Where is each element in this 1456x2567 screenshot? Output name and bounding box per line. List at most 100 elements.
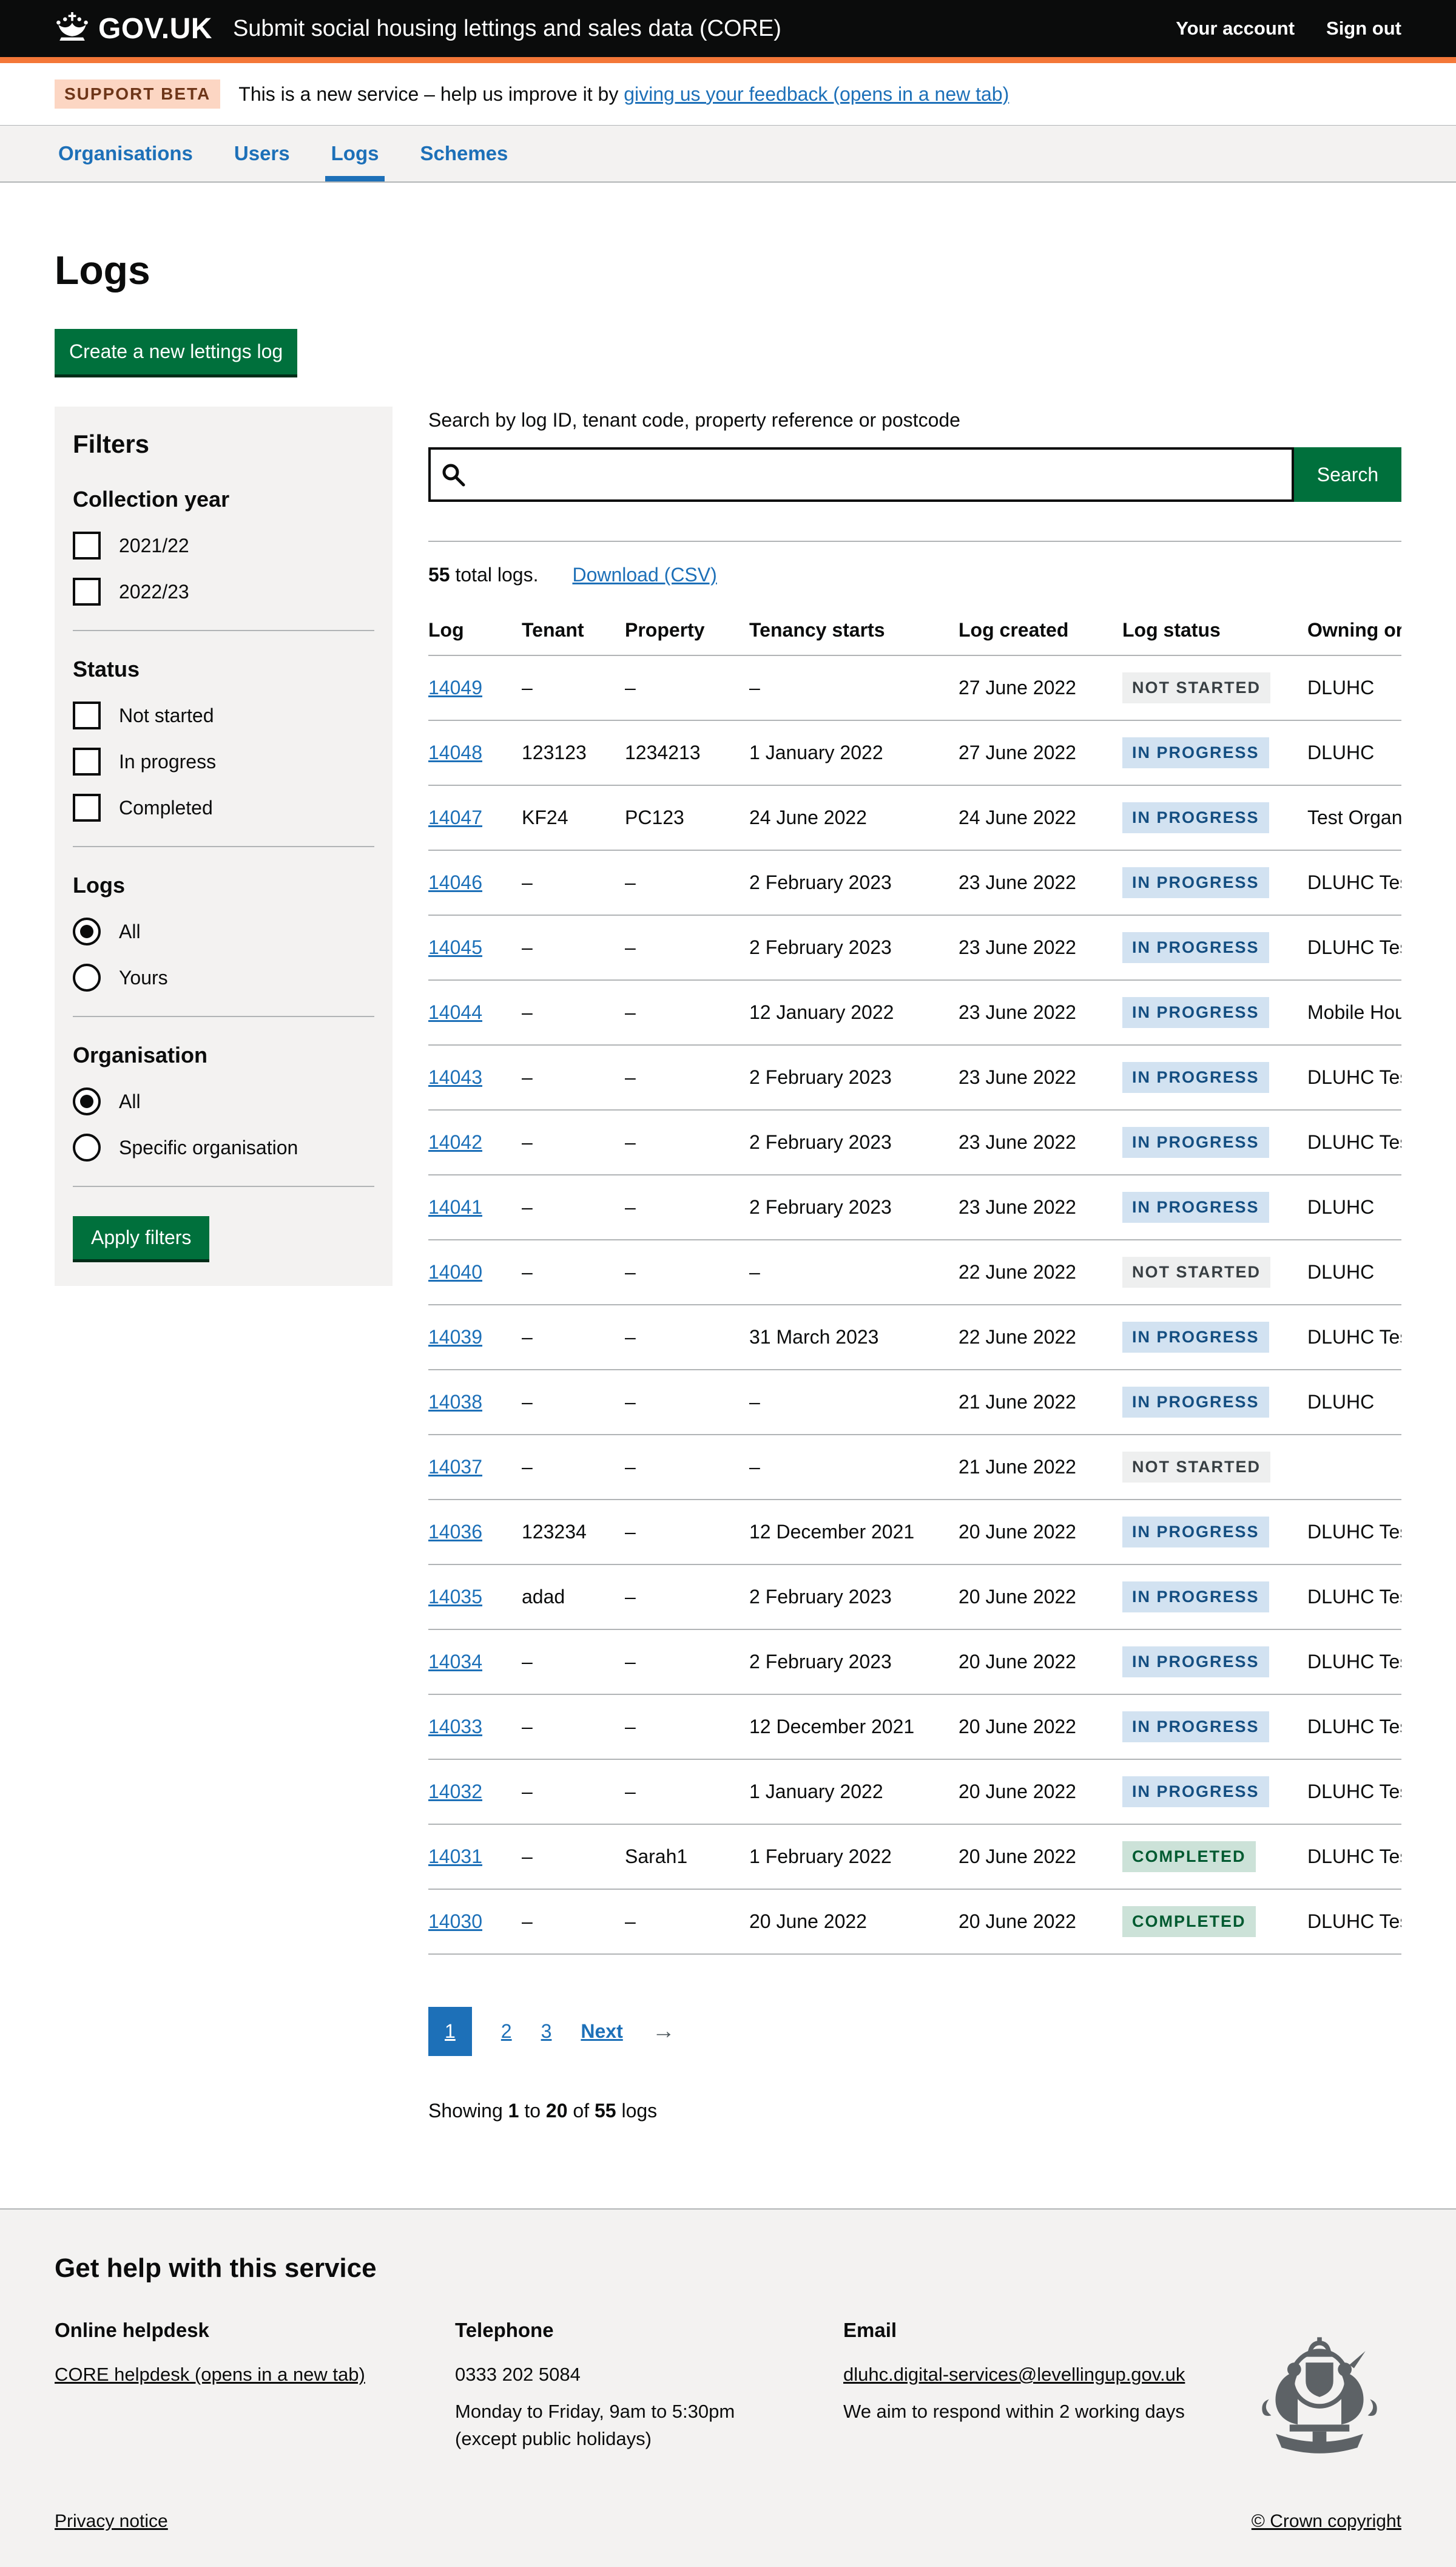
log-id-link[interactable]: 14045	[428, 936, 482, 958]
govuk-home-link[interactable]: GOV.UK	[55, 12, 212, 46]
filter-option-2021-22[interactable]: 2021/22	[73, 532, 374, 560]
property-cell: –	[625, 1694, 749, 1759]
radio-org-all[interactable]	[73, 1087, 101, 1115]
tenant-cell: –	[522, 1694, 625, 1759]
status-badge: NOT STARTED	[1122, 672, 1270, 703]
nav-item-schemes[interactable]: Schemes	[416, 126, 511, 181]
checkbox-2022-23[interactable]	[73, 578, 101, 606]
your-account-link[interactable]: Your account	[1176, 18, 1295, 39]
telephone-number: 0333 202 5084	[455, 2361, 843, 2389]
filter-option-label: Specific organisation	[119, 1137, 298, 1159]
log-created-cell: 20 June 2022	[959, 1759, 1122, 1824]
tenancy-starts-cell: –	[749, 655, 959, 720]
radio-logs-all[interactable]	[73, 918, 101, 945]
log-id-link[interactable]: 14042	[428, 1131, 482, 1153]
property-cell: –	[625, 915, 749, 980]
sign-out-link[interactable]: Sign out	[1326, 18, 1401, 39]
log-id-link[interactable]: 14031	[428, 1845, 482, 1867]
telephone-hours-line1: Monday to Friday, 9am to 5:30pm	[455, 2401, 735, 2422]
log-id-link[interactable]: 14035	[428, 1586, 482, 1608]
filter-option-not-started[interactable]: Not started	[73, 702, 374, 729]
filter-option-in-progress[interactable]: In progress	[73, 748, 374, 776]
collection-year-heading: Collection year	[73, 487, 374, 512]
log-id-link[interactable]: 14047	[428, 807, 482, 828]
search-button[interactable]: Search	[1294, 447, 1401, 502]
log-created-cell: 23 June 2022	[959, 1175, 1122, 1240]
log-id-link[interactable]: 14033	[428, 1716, 482, 1737]
log-id-link[interactable]: 14041	[428, 1196, 482, 1218]
radio-org-specific[interactable]	[73, 1134, 101, 1162]
search-input[interactable]	[428, 447, 1294, 502]
tenant-cell: –	[522, 1110, 625, 1175]
property-cell: 1234213	[625, 720, 749, 785]
log-id-link[interactable]: 14038	[428, 1391, 482, 1413]
divider	[73, 1186, 374, 1187]
support-beta-tag: SUPPORT BETA	[55, 79, 220, 109]
log-id-link[interactable]: 14039	[428, 1326, 482, 1348]
tenancy-starts-cell: –	[749, 1370, 959, 1435]
table-row: 14035 adad – 2 February 2023 20 June 202…	[428, 1564, 1401, 1629]
create-lettings-log-button[interactable]: Create a new lettings log	[55, 329, 297, 374]
property-cell: PC123	[625, 785, 749, 850]
filter-option-2022-23[interactable]: 2022/23	[73, 578, 374, 606]
download-csv-link[interactable]: Download (CSV)	[572, 564, 716, 586]
filters-panel: Filters Collection year 2021/22 2022/23 …	[55, 407, 393, 1286]
royal-coat-of-arms	[1244, 2335, 1395, 2462]
filter-option-logs-yours[interactable]: Yours	[73, 964, 374, 992]
table-row: 14032 – – 1 January 2022 20 June 2022 IN…	[428, 1759, 1401, 1824]
table-row: 14031 – Sarah1 1 February 2022 20 June 2…	[428, 1824, 1401, 1889]
service-name-link[interactable]: Submit social housing lettings and sales…	[233, 16, 781, 42]
log-id-link[interactable]: 14044	[428, 1001, 482, 1023]
checkbox-not-started[interactable]	[73, 702, 101, 729]
filter-option-completed[interactable]: Completed	[73, 794, 374, 822]
property-cell: –	[625, 1110, 749, 1175]
privacy-notice-link[interactable]: Privacy notice	[55, 2511, 168, 2532]
log-id-link[interactable]: 14046	[428, 871, 482, 893]
pagination-current-page[interactable]: 1	[428, 2007, 472, 2056]
log-id-link[interactable]: 14049	[428, 677, 482, 698]
log-created-cell: 23 June 2022	[959, 1110, 1122, 1175]
log-created-cell: 20 June 2022	[959, 1889, 1122, 1954]
log-id-link[interactable]: 14036	[428, 1521, 482, 1543]
showing-total: 55	[595, 2100, 616, 2122]
owning-org-cell: DLUHC Tes	[1307, 1629, 1401, 1694]
crown-copyright-link[interactable]: © Crown copyright	[1252, 2511, 1401, 2532]
table-row: 14043 – – 2 February 2023 23 June 2022 I…	[428, 1045, 1401, 1110]
property-cell: –	[625, 1175, 749, 1240]
owning-org-cell: Test Organi	[1307, 785, 1401, 850]
pagination-next-link[interactable]: Next	[581, 2020, 622, 2043]
log-id-link[interactable]: 14043	[428, 1066, 482, 1088]
owning-org-cell: DLUHC	[1307, 720, 1401, 785]
radio-logs-yours[interactable]	[73, 964, 101, 992]
status-badge: IN PROGRESS	[1122, 1387, 1269, 1418]
feedback-link[interactable]: giving us your feedback (opens in a new …	[624, 83, 1009, 105]
pagination-page-2[interactable]: 2	[501, 2020, 512, 2043]
tenancy-starts-cell: 2 February 2023	[749, 1110, 959, 1175]
log-created-cell: 20 June 2022	[959, 1694, 1122, 1759]
core-helpdesk-link[interactable]: CORE helpdesk (opens in a new tab)	[55, 2364, 365, 2385]
log-id-link[interactable]: 14030	[428, 1910, 482, 1932]
showing-summary: Showing 1 to 20 of 55 logs	[428, 2100, 1401, 2189]
nav-item-logs[interactable]: Logs	[328, 126, 383, 181]
log-created-cell: 27 June 2022	[959, 655, 1122, 720]
property-cell: –	[625, 1889, 749, 1954]
table-header-row: Log Tenant Property Tenancy starts Log c…	[428, 608, 1401, 655]
log-id-link[interactable]: 14037	[428, 1456, 482, 1478]
log-id-link[interactable]: 14048	[428, 742, 482, 763]
log-id-link[interactable]: 14032	[428, 1781, 482, 1802]
filter-option-org-all[interactable]: All	[73, 1087, 374, 1115]
log-id-link[interactable]: 14040	[428, 1261, 482, 1283]
checkbox-2021-22[interactable]	[73, 532, 101, 560]
tenant-cell: –	[522, 1435, 625, 1500]
owning-org-cell: DLUHC Tes	[1307, 1500, 1401, 1564]
checkbox-in-progress[interactable]	[73, 748, 101, 776]
email-link[interactable]: dluhc.digital-services@levellingup.gov.u…	[843, 2364, 1185, 2385]
checkbox-completed[interactable]	[73, 794, 101, 822]
nav-item-organisations[interactable]: Organisations	[55, 126, 197, 181]
log-id-link[interactable]: 14034	[428, 1651, 482, 1672]
pagination-page-3[interactable]: 3	[541, 2020, 552, 2043]
filter-option-org-specific[interactable]: Specific organisation	[73, 1134, 374, 1162]
nav-item-users[interactable]: Users	[231, 126, 294, 181]
apply-filters-button[interactable]: Apply filters	[73, 1216, 209, 1259]
filter-option-logs-all[interactable]: All	[73, 918, 374, 945]
